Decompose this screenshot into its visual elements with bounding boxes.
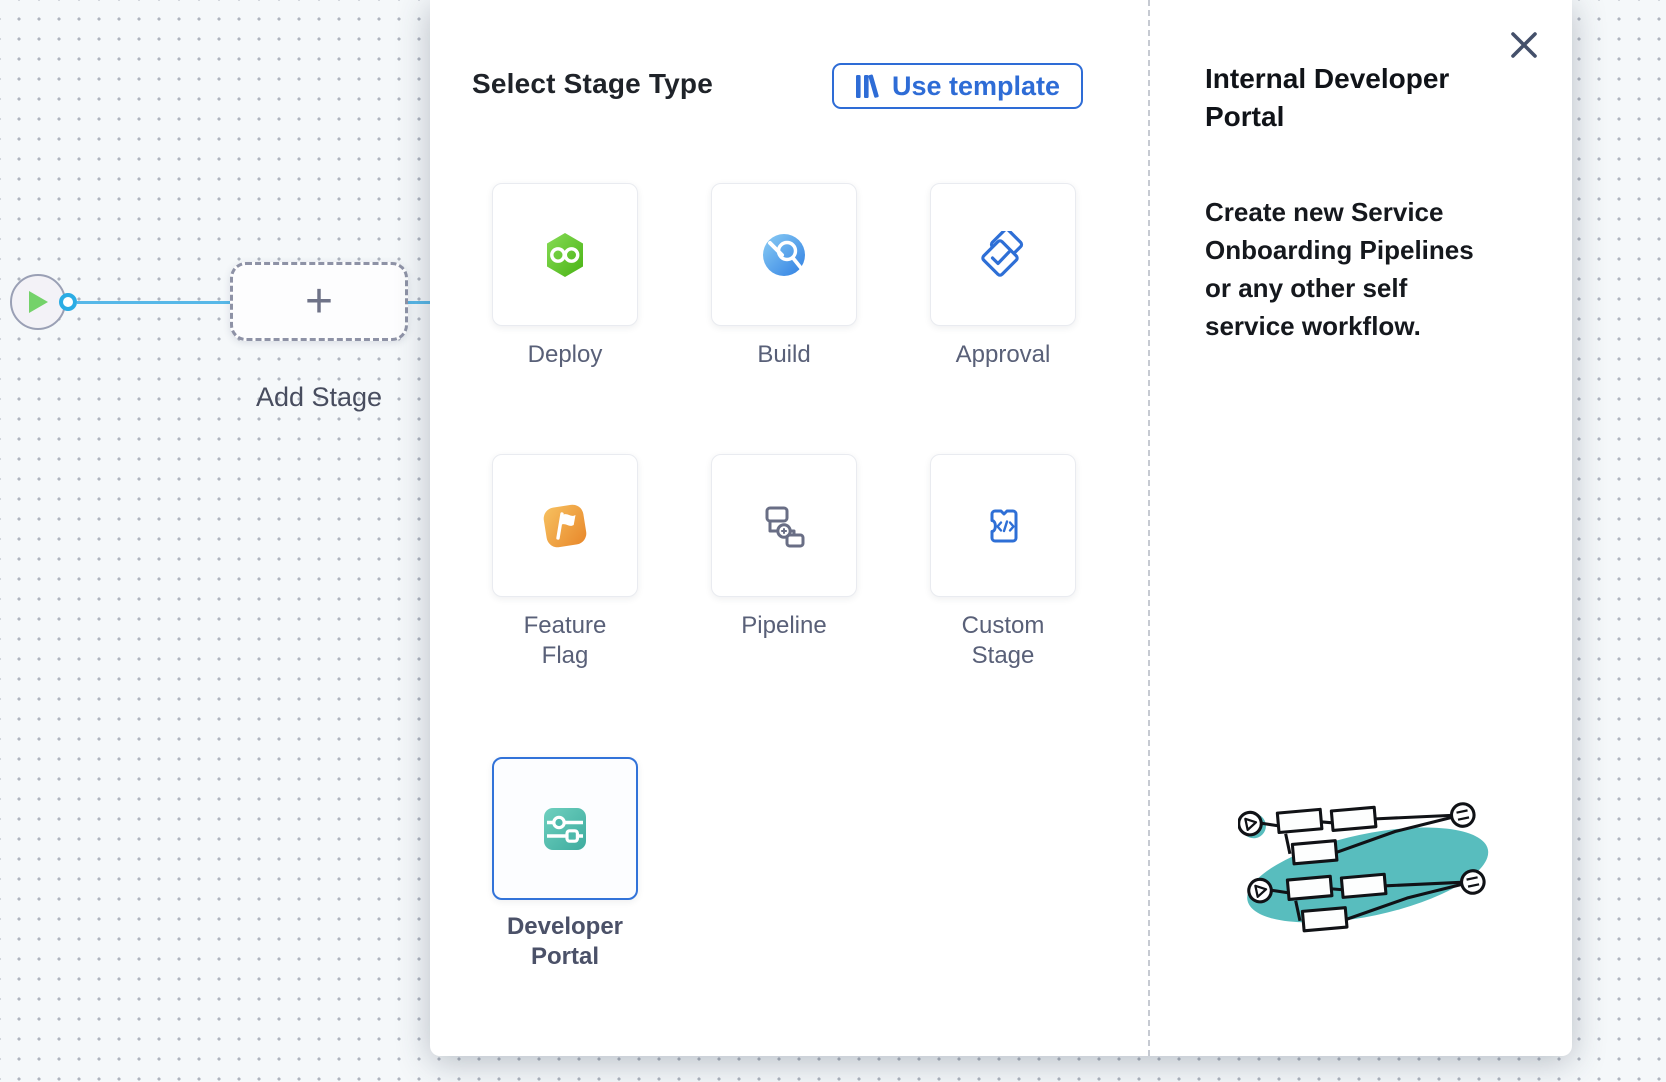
library-icon (855, 73, 881, 100)
plus-icon: + (305, 278, 333, 326)
pipeline-edge (408, 301, 432, 304)
select-stage-modal: Select Stage Type Use template (430, 0, 1572, 1056)
stage-tile-build[interactable] (711, 183, 857, 326)
stage-tile-pipeline[interactable] (711, 454, 857, 597)
tile-label-developer-portal: Developer Portal (500, 912, 630, 972)
edge-connector-dot[interactable] (59, 293, 77, 311)
tile-label-custom-stage: Custom Stage (938, 611, 1068, 671)
stage-tile-deploy[interactable] (492, 183, 638, 326)
tile-label-approval: Approval (938, 340, 1068, 370)
add-stage-label: Add Stage (230, 382, 408, 413)
sliders-squircle-icon (541, 805, 589, 853)
info-panel-title: Internal Developer Portal (1205, 60, 1495, 136)
ci-magnifier-circle-icon (760, 231, 808, 279)
code-ticket-icon (979, 502, 1027, 550)
play-icon (26, 289, 50, 315)
use-template-button[interactable]: Use template (832, 63, 1083, 109)
stage-tile-custom-stage[interactable] (930, 454, 1076, 597)
info-panel-description: Create new Service Onboarding Pipelines … (1205, 193, 1495, 345)
double-diamond-check-icon (979, 231, 1027, 279)
stage-tile-developer-portal[interactable] (492, 757, 638, 900)
info-panel: Internal Developer Portal Create new Ser… (1148, 0, 1572, 1056)
stage-tile-approval[interactable] (930, 183, 1076, 326)
pipeline-start-node[interactable] (10, 274, 66, 330)
modal-title: Select Stage Type (472, 68, 713, 100)
flag-squircle-icon (541, 502, 589, 550)
tile-label-feature-flag: Feature Flag (500, 611, 630, 671)
tile-label-pipeline: Pipeline (719, 611, 849, 641)
pipeline-sketch-illustration (1238, 768, 1494, 966)
add-stage-button[interactable]: + (230, 262, 408, 341)
pipeline-graph-icon (760, 502, 808, 550)
pipeline-edge (77, 301, 230, 304)
cd-infinity-hexagon-icon (541, 231, 589, 279)
use-template-label: Use template (892, 71, 1060, 102)
stage-tile-feature-flag[interactable] (492, 454, 638, 597)
pipeline-canvas[interactable]: + Add Stage Select Stage Type Use templa… (0, 0, 1666, 1082)
tile-label-build: Build (719, 340, 849, 370)
tile-label-deploy: Deploy (500, 340, 630, 370)
